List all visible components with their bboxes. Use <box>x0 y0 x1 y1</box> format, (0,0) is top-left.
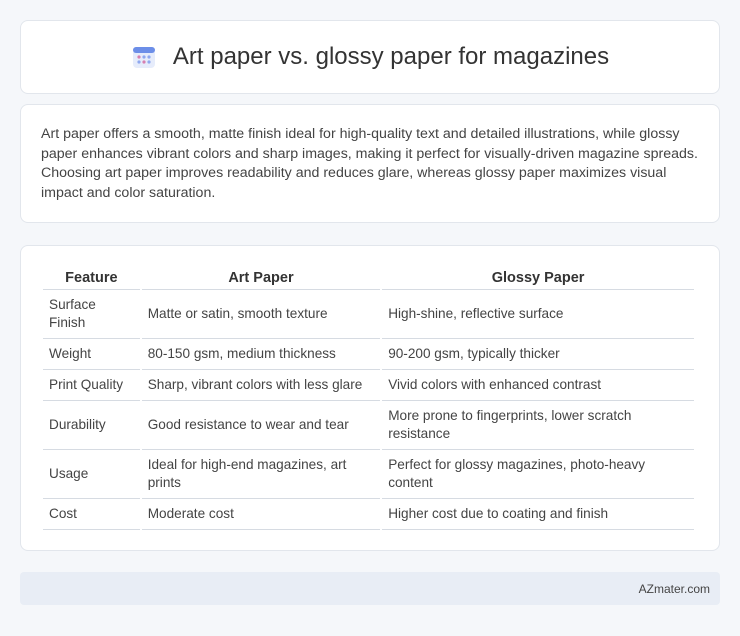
glossy-paper-cell: 90-200 gsm, typically thicker <box>382 339 694 370</box>
header-feature: Feature <box>43 266 140 290</box>
table-row: Durability Good resistance to wear and t… <box>43 401 694 450</box>
comparison-table: Feature Art Paper Glossy Paper Surface F… <box>41 266 696 530</box>
intro-text: Art paper offers a smooth, matte finish … <box>41 126 698 201</box>
calendar-icon <box>131 44 157 70</box>
glossy-paper-cell: Higher cost due to coating and finish <box>382 499 694 530</box>
title-card: Art paper vs. glossy paper for magazines <box>20 20 720 94</box>
art-paper-cell: Ideal for high-end magazines, art prints <box>141 450 381 499</box>
glossy-paper-cell: More prone to fingerprints, lower scratc… <box>382 401 694 450</box>
glossy-paper-cell: Vivid colors with enhanced contrast <box>382 370 694 401</box>
feature-cell: Print Quality <box>43 370 140 401</box>
footer-brand: AZmater.com <box>638 581 710 596</box>
table-row: Cost Moderate cost Higher cost due to co… <box>43 499 694 530</box>
feature-cell: Usage <box>43 450 140 499</box>
header-art-paper: Art Paper <box>141 266 381 290</box>
comparison-card: Feature Art Paper Glossy Paper Surface F… <box>20 245 720 551</box>
table-header-row: Feature Art Paper Glossy Paper <box>43 266 694 290</box>
feature-cell: Weight <box>43 339 140 370</box>
table-row: Print Quality Sharp, vibrant colors with… <box>43 370 694 401</box>
art-paper-cell: 80-150 gsm, medium thickness <box>141 339 381 370</box>
glossy-paper-cell: High-shine, reflective surface <box>382 290 694 339</box>
glossy-paper-cell: Perfect for glossy magazines, photo-heav… <box>382 450 694 499</box>
art-paper-cell: Moderate cost <box>141 499 381 530</box>
table-row: Usage Ideal for high-end magazines, art … <box>43 450 694 499</box>
table-row: Surface Finish Matte or satin, smooth te… <box>43 290 694 339</box>
table-row: Weight 80-150 gsm, medium thickness 90-2… <box>43 339 694 370</box>
footer-bar: AZmater.com <box>20 572 720 605</box>
feature-cell: Durability <box>43 401 140 450</box>
feature-cell: Cost <box>43 499 140 530</box>
art-paper-cell: Good resistance to wear and tear <box>141 401 381 450</box>
art-paper-cell: Matte or satin, smooth texture <box>141 290 381 339</box>
page-title: Art paper vs. glossy paper for magazines <box>172 43 610 70</box>
feature-cell: Surface Finish <box>43 290 140 339</box>
header-glossy-paper: Glossy Paper <box>382 266 694 290</box>
art-paper-cell: Sharp, vibrant colors with less glare <box>141 370 381 401</box>
intro-card: Art paper offers a smooth, matte finish … <box>20 104 720 223</box>
